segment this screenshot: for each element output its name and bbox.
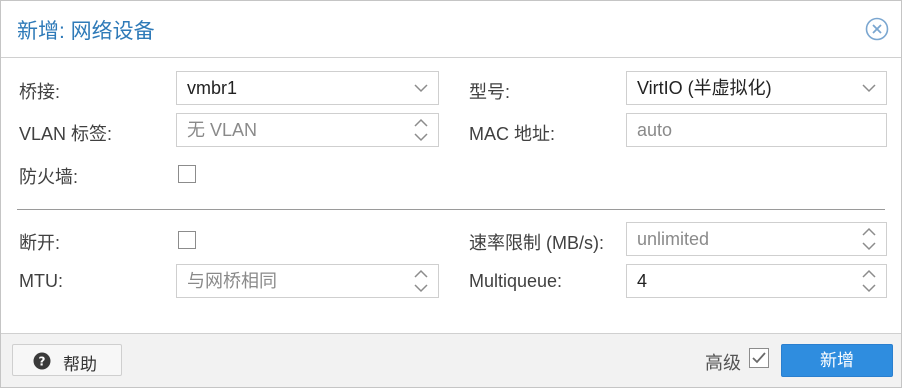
vlan-tag-input[interactable]: 无 VLAN <box>176 113 439 147</box>
multiqueue-label: Multiqueue: <box>469 271 563 291</box>
multiqueue-input[interactable]: 4 <box>626 264 887 298</box>
disconnect-label: 断开: <box>19 233 61 253</box>
close-icon[interactable] <box>865 17 889 41</box>
add-network-device-dialog: 新增: 网络设备 桥接: vmbr1 VLAN 标签: 无 VLAN 防火墙: … <box>0 0 902 388</box>
dialog-titlebar: 新增: 网络设备 <box>1 1 901 58</box>
spinner-updown-icon[interactable] <box>412 114 430 146</box>
vlan-tag-placeholder: 无 VLAN <box>187 120 258 140</box>
mtu-label: MTU: <box>19 271 63 291</box>
help-button[interactable]: ? 帮助 <box>12 344 122 376</box>
advanced-checkbox[interactable] <box>749 348 769 368</box>
section-divider <box>17 209 885 210</box>
mac-address-input[interactable]: auto <box>626 113 887 147</box>
advanced-label: 高级 <box>705 353 741 373</box>
add-button[interactable]: 新增 <box>781 344 893 377</box>
mac-address-label: MAC 地址: <box>469 124 556 144</box>
dialog-footer: ? 帮助 高级 新增 <box>1 333 901 387</box>
help-label: 帮助 <box>63 355 97 374</box>
spinner-updown-icon[interactable] <box>860 265 878 297</box>
dialog-title: 新增: 网络设备 <box>17 20 155 43</box>
mtu-input[interactable]: 与网桥相同 <box>176 264 439 298</box>
bridge-value: vmbr1 <box>187 78 238 98</box>
firewall-checkbox[interactable] <box>178 165 196 183</box>
vlan-tag-label: VLAN 标签: <box>19 124 113 144</box>
disconnect-checkbox[interactable] <box>178 231 196 249</box>
mac-address-value: auto <box>637 120 673 140</box>
model-value: VirtIO (半虚拟化) <box>637 78 772 98</box>
spinner-updown-icon[interactable] <box>412 265 430 297</box>
bridge-select[interactable]: vmbr1 <box>176 71 439 105</box>
firewall-label: 防火墙: <box>19 167 79 187</box>
chevron-down-icon[interactable] <box>412 72 430 104</box>
bridge-label: 桥接: <box>19 82 61 102</box>
chevron-down-icon[interactable] <box>860 72 878 104</box>
rate-limit-label: 速率限制 (MB/s): <box>469 233 604 253</box>
question-circle-icon: ? <box>33 352 51 375</box>
spinner-updown-icon[interactable] <box>860 223 878 255</box>
mtu-placeholder: 与网桥相同 <box>187 271 277 291</box>
model-select[interactable]: VirtIO (半虚拟化) <box>626 71 887 105</box>
model-label: 型号: <box>469 82 511 102</box>
svg-text:?: ? <box>39 355 46 369</box>
rate-limit-input[interactable]: unlimited <box>626 222 887 256</box>
rate-limit-placeholder: unlimited <box>637 229 710 249</box>
multiqueue-value: 4 <box>637 271 648 291</box>
